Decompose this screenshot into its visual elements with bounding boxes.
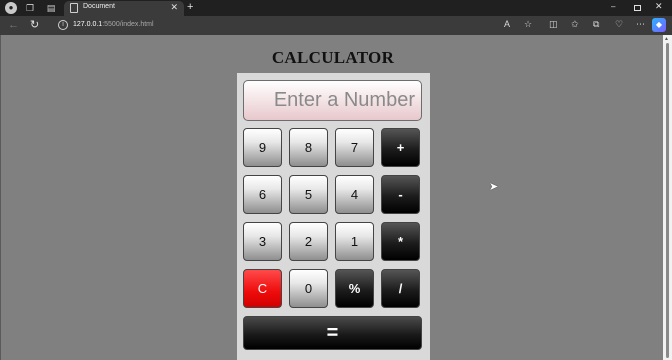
url-path: :5500/index.html	[102, 21, 154, 28]
profile-icon[interactable]: ●	[5, 2, 17, 14]
key-8[interactable]: 8	[289, 128, 328, 167]
more-icon[interactable]: ⋯	[636, 19, 645, 30]
key-equals[interactable]: =	[243, 316, 422, 350]
url-field[interactable]: 127.0.0.1:5500/index.html	[73, 21, 154, 28]
copilot-icon[interactable]: ◆	[652, 18, 666, 32]
read-aloud-icon[interactable]: A	[504, 19, 510, 29]
maximize-button[interactable]	[634, 5, 641, 11]
star-icon[interactable]: ☆	[524, 19, 532, 30]
favorites-icon[interactable]: ✩	[571, 19, 579, 30]
key-7[interactable]: 7	[335, 128, 374, 167]
collections-icon[interactable]: ⧉	[593, 19, 599, 30]
key-9[interactable]: 9	[243, 128, 282, 167]
key-0[interactable]: 0	[289, 269, 328, 308]
url-host: 127.0.0.1	[73, 21, 103, 28]
key-6[interactable]: 6	[243, 175, 282, 214]
scrollbar[interactable]: ▲	[663, 35, 672, 360]
tab-strip: ● ❐ ▤ Document ✕ + – ✕	[0, 0, 672, 16]
key-2[interactable]: 2	[289, 222, 328, 261]
key-5[interactable]: 5	[289, 175, 328, 214]
refresh-icon[interactable]: ↻	[30, 19, 39, 31]
scroll-up-icon[interactable]: ▲	[664, 36, 669, 42]
tab-document[interactable]: Document ✕	[64, 1, 184, 16]
page-viewport: CALCULATOR 9 8 7 + 6 5 4 - 3 2 1 * C 0 %…	[0, 35, 672, 360]
calculator: 9 8 7 + 6 5 4 - 3 2 1 * C 0 % / =	[237, 73, 430, 360]
back-arrow-icon[interactable]: ←	[8, 19, 19, 31]
key-add[interactable]: +	[381, 128, 420, 167]
tab-actions-icon[interactable]: ▤	[45, 2, 57, 14]
info-icon[interactable]: i	[58, 20, 68, 30]
key-multiply[interactable]: *	[381, 222, 420, 261]
key-percent[interactable]: %	[335, 269, 374, 308]
mouse-cursor-icon: ➤	[489, 181, 499, 193]
close-tab-icon[interactable]: ✕	[170, 2, 178, 13]
key-subtract[interactable]: -	[381, 175, 420, 214]
key-clear[interactable]: C	[243, 269, 282, 308]
key-divide[interactable]: /	[381, 269, 420, 308]
document-icon	[70, 3, 78, 13]
key-1[interactable]: 1	[335, 222, 374, 261]
key-4[interactable]: 4	[335, 175, 374, 214]
scroll-thumb[interactable]	[666, 43, 669, 358]
split-screen-icon[interactable]: ◫	[549, 19, 558, 30]
heart-icon[interactable]: ♡	[615, 19, 623, 30]
new-tab-button[interactable]: +	[187, 1, 193, 13]
close-window-button[interactable]: ✕	[655, 1, 663, 12]
workspaces-icon[interactable]: ❐	[24, 2, 36, 14]
address-bar: ← ↻ i 127.0.0.1:5500/index.html A ☆ ◫ ✩ …	[0, 16, 672, 35]
minimize-button[interactable]: –	[611, 2, 615, 11]
page-title: CALCULATOR	[271, 48, 395, 67]
number-input[interactable]	[243, 80, 422, 121]
tab-title: Document	[83, 3, 115, 10]
key-3[interactable]: 3	[243, 222, 282, 261]
